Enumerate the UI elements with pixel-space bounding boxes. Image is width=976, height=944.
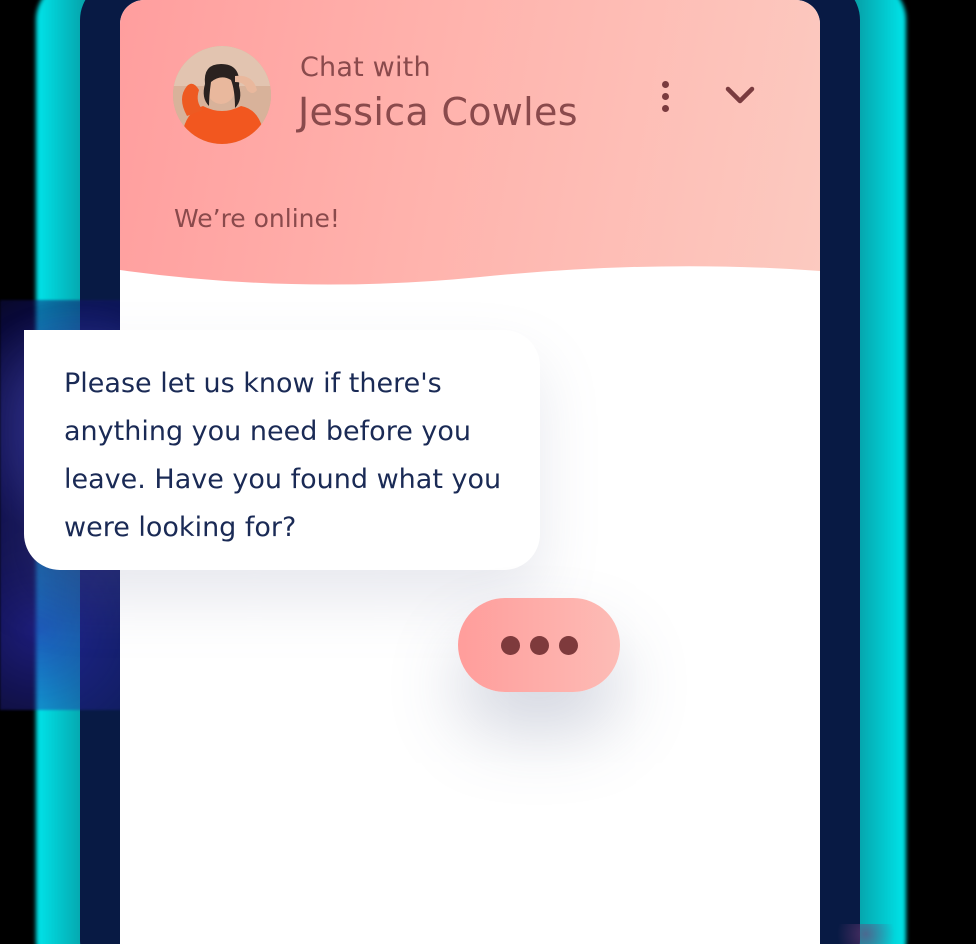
- more-vertical-icon-dot: [661, 92, 669, 100]
- avatar-image: [173, 46, 271, 144]
- header-wave: [120, 266, 820, 305]
- message-text: Please let us know if there's anything y…: [64, 368, 502, 543]
- chevron-down-icon: [725, 86, 755, 104]
- typing-indicator: [458, 598, 620, 692]
- collapse-button[interactable]: [720, 76, 760, 116]
- stage: Chat with Jessica Cowles We’re online! P…: [0, 0, 976, 944]
- agent-avatar: [173, 46, 271, 144]
- background-speckle-right: [826, 924, 906, 944]
- more-vertical-icon-dot: [661, 104, 669, 112]
- agent-name: Jessica Cowles: [298, 90, 578, 134]
- typing-dots-icon: [529, 635, 549, 655]
- chat-with-label: Chat with: [300, 52, 431, 83]
- more-vertical-icon-dot: [661, 80, 669, 88]
- chat-header: Chat with Jessica Cowles We’re online!: [120, 0, 820, 305]
- online-status: We’re online!: [174, 204, 340, 233]
- message-bubble: Please let us know if there's anything y…: [24, 330, 540, 570]
- typing-dots-icon: [558, 635, 578, 655]
- more-options-button[interactable]: [650, 74, 680, 118]
- typing-dots-icon: [500, 635, 520, 655]
